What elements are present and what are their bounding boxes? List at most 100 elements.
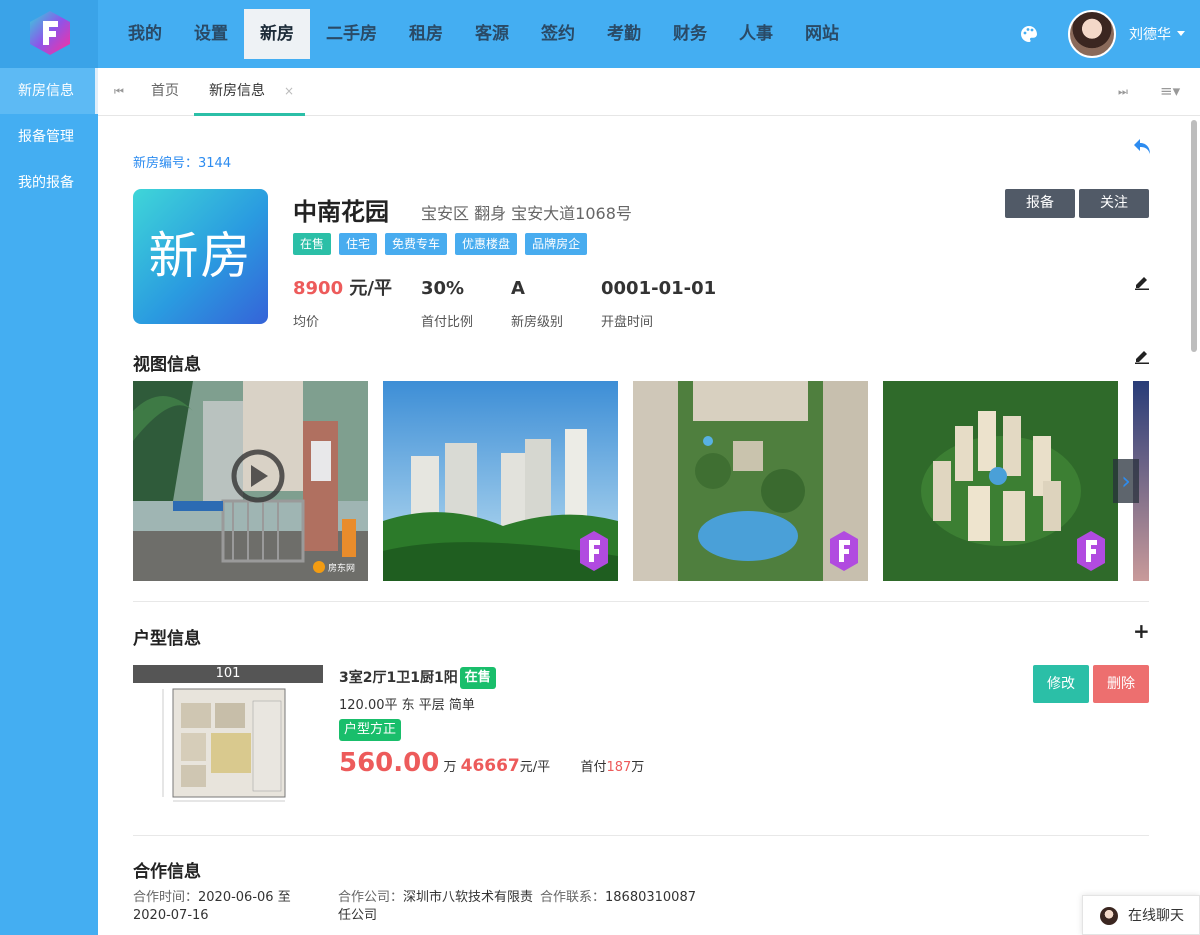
tab-home[interactable]: 首页: [151, 68, 179, 116]
view-section-title: 视图信息: [133, 355, 201, 375]
coop-section-title: 合作信息: [133, 862, 201, 882]
total-price-unit: 万: [439, 760, 461, 775]
nav-new-house[interactable]: 新房: [244, 9, 310, 59]
tab-new-house-info[interactable]: 新房信息 ×: [194, 68, 305, 116]
stat-price: 8900 元/平 均价: [293, 277, 392, 330]
nav-contract[interactable]: 签约: [525, 0, 591, 68]
unit-spec: 3室2厅1卫1厨1阳 在售: [339, 667, 496, 689]
coop-contact-label: 合作联系：: [540, 890, 606, 905]
down-payment-label: 首付: [580, 760, 607, 775]
palette-icon[interactable]: [1020, 25, 1038, 43]
follow-button[interactable]: 关注: [1079, 189, 1149, 218]
undo-icon[interactable]: [1132, 136, 1154, 158]
tag-residential: 住宅: [339, 233, 378, 255]
nav-settings[interactable]: 设置: [178, 0, 244, 68]
nav-rent[interactable]: 租房: [393, 0, 459, 68]
unit-tag: 户型方正: [339, 719, 402, 741]
unit-details: 120.00平 东 平层 简单: [339, 698, 475, 713]
nav-website[interactable]: 网站: [789, 0, 855, 68]
unit-feature-badge: 户型方正: [339, 719, 402, 741]
level-label: 新房级别: [511, 315, 564, 330]
chat-avatar: [1100, 907, 1118, 925]
floor-plan-image: [162, 688, 286, 802]
house-name: 中南花园: [293, 198, 389, 226]
unit-spec-text: 3室2厅1卫1厨1阳: [339, 670, 458, 686]
down-payment-unit: 万: [631, 760, 645, 775]
report-button[interactable]: 报备: [1005, 189, 1075, 218]
divider: [133, 601, 1149, 602]
app-logo[interactable]: [0, 0, 98, 68]
tab-bar: ⏮ 首页 新房信息 × ⏭ ≡▾: [98, 68, 1200, 116]
unit-price-line: 560.00 万 46667元/平 首付187万: [339, 748, 644, 778]
unit-price-suffix: 元/平: [519, 760, 551, 775]
down-ratio-value: 30%: [421, 278, 465, 299]
house-number: 新房编号：3144: [133, 156, 232, 171]
down-ratio-label: 首付比例: [421, 315, 474, 330]
gallery-photo[interactable]: [383, 381, 618, 581]
tab-scroll-left-icon[interactable]: ⏮: [114, 85, 124, 99]
edit-icon[interactable]: [1134, 274, 1150, 290]
sidebar-item-new-house-info[interactable]: 新房信息: [0, 68, 98, 114]
total-price: 560.00: [339, 748, 440, 778]
coop-contact: 合作联系：18680310087: [540, 889, 740, 907]
gallery-photo[interactable]: 房东网: [133, 381, 368, 581]
house-tags: 在售 住宅 免费专车 优惠楼盘 品牌房企: [293, 233, 595, 255]
user-name[interactable]: 刘德华: [1129, 24, 1171, 44]
unit-status-badge: 在售: [459, 667, 496, 689]
unit-price: 46667: [460, 756, 520, 776]
sidebar-item-report-management[interactable]: 报备管理: [0, 114, 98, 160]
floor-plan[interactable]: 101: [133, 665, 323, 805]
house-cover: 新房: [133, 189, 268, 324]
coop-company: 合作公司：深圳市八软技术有限责任公司: [338, 889, 543, 925]
photo-gallery: 房东网: [133, 381, 1149, 581]
gallery-photo[interactable]: [883, 381, 1118, 581]
gallery-next-button[interactable]: ›: [1113, 459, 1139, 503]
tab-label: 新房信息: [209, 83, 265, 99]
nav-hr[interactable]: 人事: [723, 0, 789, 68]
stat-level: A 新房级别: [511, 277, 563, 330]
tag-free-shuttle: 免费专车: [385, 233, 448, 255]
logo-icon: [30, 11, 70, 55]
sidebar-item-my-reports[interactable]: 我的报备: [0, 160, 98, 206]
main-nav: 我的 设置 新房 二手房 租房 客源 签约 考勤 财务 人事 网站: [112, 0, 855, 68]
plus-icon[interactable]: +: [1133, 619, 1150, 643]
top-bar: 我的 设置 新房 二手房 租房 客源 签约 考勤 财务 人事 网站 刘德华: [0, 0, 1200, 68]
nav-mine[interactable]: 我的: [112, 0, 178, 68]
nav-finance[interactable]: 财务: [657, 0, 723, 68]
stat-open-date: 0001-01-01 开盘时间: [601, 277, 716, 330]
edit-icon[interactable]: [1134, 348, 1150, 364]
divider: [133, 835, 1149, 836]
price-value: 8900: [293, 278, 344, 299]
stat-down-ratio: 30% 首付比例: [421, 277, 473, 330]
tab-scroll-right-icon[interactable]: ⏭: [1118, 85, 1128, 99]
nav-second-hand[interactable]: 二手房: [310, 0, 393, 68]
tag-brand-developer: 品牌房企: [525, 233, 588, 255]
floor-plan-label: 101: [133, 665, 323, 683]
tag-on-sale: 在售: [293, 233, 332, 255]
scrollbar[interactable]: [1191, 120, 1197, 352]
unit-section-title: 户型信息: [133, 629, 201, 649]
tag-discount: 优惠楼盘: [455, 233, 518, 255]
coop-company-label: 合作公司：: [338, 890, 404, 905]
gallery-photo[interactable]: [633, 381, 868, 581]
down-payment-value: 187: [606, 760, 632, 775]
price-unit: 元/平: [343, 278, 392, 299]
delete-unit-button[interactable]: 删除: [1093, 665, 1149, 703]
house-address: 宝安区 翻身 宝安大道1068号: [421, 204, 632, 223]
open-date-value: 0001-01-01: [601, 278, 717, 299]
price-label: 均价: [293, 315, 320, 330]
chevron-down-icon[interactable]: [1177, 31, 1185, 36]
chat-label: 在线聊天: [1128, 908, 1184, 924]
main-content: 新房编号：3144 新房 中南花园 宝安区 翻身 宝安大道1068号 在售 住宅…: [98, 116, 1200, 935]
coop-contact-value: 18680310087: [605, 890, 696, 905]
edit-unit-button[interactable]: 修改: [1033, 665, 1089, 703]
nav-customers[interactable]: 客源: [459, 0, 525, 68]
level-value: A: [511, 278, 525, 299]
tab-menu-icon[interactable]: ≡▾: [1160, 82, 1180, 100]
open-date-label: 开盘时间: [601, 315, 654, 330]
nav-attendance[interactable]: 考勤: [591, 0, 657, 68]
coop-time: 合作时间：2020-06-06 至 2020-07-16: [133, 889, 313, 925]
online-chat-button[interactable]: 在线聊天: [1082, 895, 1200, 935]
close-icon[interactable]: ×: [284, 68, 294, 114]
user-avatar[interactable]: [1068, 10, 1116, 58]
